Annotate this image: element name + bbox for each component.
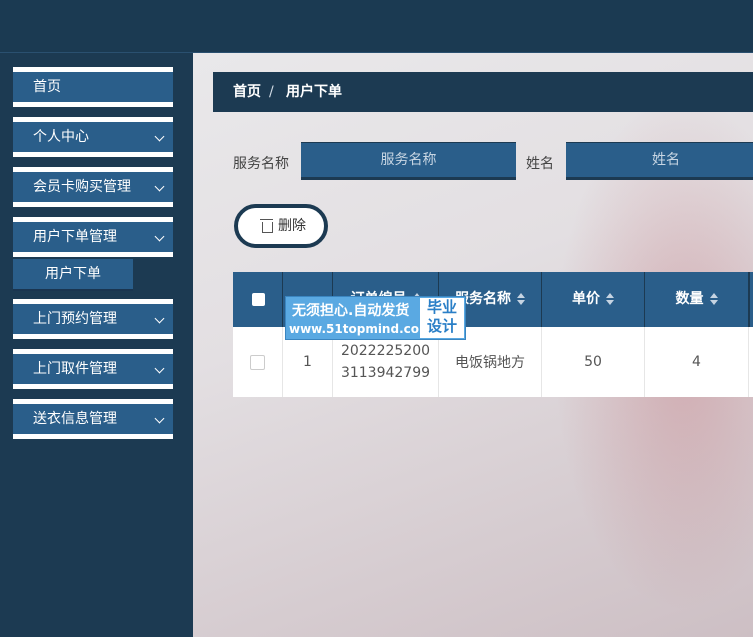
sidebar-item-label: 首页	[33, 79, 61, 95]
select-all-column	[233, 272, 283, 327]
main-content: 首页 / 用户下单 服务名称 姓名 删除 订单编号 服务名称 单价 数量	[193, 53, 753, 637]
chevron-down-icon	[154, 313, 165, 324]
sidebar-subitem-label: 用户下单	[45, 266, 101, 282]
breadcrumb-home[interactable]: 首页	[233, 72, 261, 112]
sidebar-item-profile[interactable]: 个人中心	[13, 117, 173, 157]
sidebar-item-pickup[interactable]: 上门取件管理	[13, 349, 173, 389]
chevron-down-icon	[154, 181, 165, 192]
service-name-label: 服务名称	[233, 156, 289, 172]
watermark-line1: 无须担心.自动发货	[292, 303, 410, 319]
sort-icon	[517, 293, 525, 305]
breadcrumb: 首页 / 用户下单	[213, 72, 753, 112]
row-quantity: 4	[645, 327, 749, 397]
row-checkbox-cell	[233, 327, 283, 397]
sidebar-item-label: 用户下单管理	[33, 229, 117, 245]
chevron-down-icon	[154, 363, 165, 374]
row-price: 50	[542, 327, 645, 397]
watermark-badge: 毕业 设计	[420, 298, 464, 338]
name-label: 姓名	[526, 156, 554, 172]
sidebar-item-label: 个人中心	[33, 129, 89, 145]
sort-icon	[606, 293, 614, 305]
sidebar-item-delivery[interactable]: 送衣信息管理	[13, 399, 173, 439]
sidebar-item-label: 上门取件管理	[33, 361, 117, 377]
service-name-input[interactable]	[301, 142, 516, 180]
sidebar-item-label: 送衣信息管理	[33, 411, 117, 427]
sidebar-item-user-orders[interactable]: 用户下单管理	[13, 217, 173, 257]
sidebar-subitem-user-order[interactable]: 用户下单	[13, 259, 133, 291]
chevron-down-icon	[154, 131, 165, 142]
sidebar-item-appointment[interactable]: 上门预约管理	[13, 299, 173, 339]
sidebar-item-membership-card[interactable]: 会员卡购买管理	[13, 167, 173, 207]
sidebar-item-label: 上门预约管理	[33, 311, 117, 327]
quantity-column-header[interactable]: 数量	[645, 272, 749, 327]
sidebar-item-home[interactable]: 首页	[13, 67, 173, 107]
row-checkbox[interactable]	[250, 354, 265, 370]
select-all-checkbox[interactable]	[252, 293, 265, 306]
chevron-down-icon	[154, 413, 165, 424]
watermark-url: www.51topmind.com	[289, 322, 432, 336]
delete-button-label: 删除	[278, 218, 306, 234]
watermark-banner: 无须担心.自动发货 www.51topmind.com 毕业 设计	[285, 296, 466, 340]
breadcrumb-separator: /	[269, 84, 274, 100]
sidebar: 首页 个人中心 会员卡购买管理 用户下单管理 用户下单 上门预约管理 上门取件管…	[0, 53, 193, 637]
delete-button[interactable]: 删除	[234, 204, 328, 248]
trash-icon	[260, 219, 273, 233]
sort-icon	[709, 293, 718, 305]
price-column-header[interactable]: 单价	[542, 272, 645, 327]
name-input[interactable]	[566, 142, 753, 180]
next-column-header	[749, 272, 753, 327]
chevron-down-icon	[154, 231, 165, 242]
top-bar: 面	[0, 0, 753, 53]
sidebar-item-label: 会员卡购买管理	[33, 179, 131, 195]
breadcrumb-current: 用户下单	[286, 84, 342, 100]
